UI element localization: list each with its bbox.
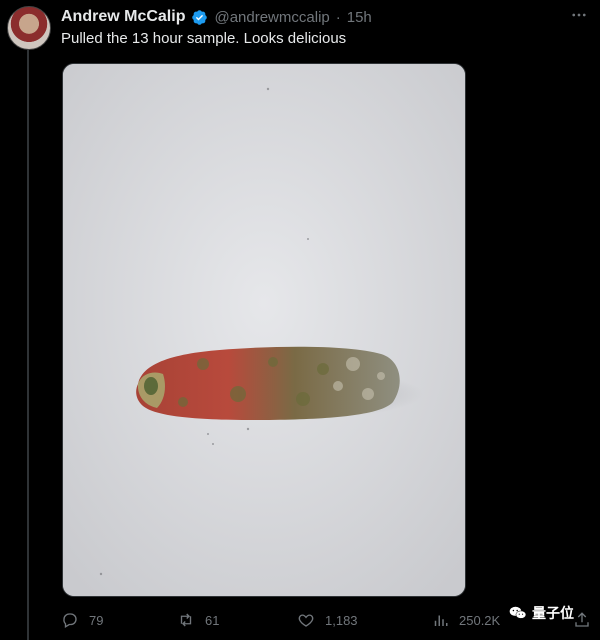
tweet-photo[interactable] [62,63,466,597]
tweet-timestamp[interactable]: 15h [347,9,372,26]
like-button[interactable]: 1,183 [297,611,358,629]
repost-icon [180,613,192,627]
author-avatar[interactable] [7,6,51,50]
watermark: 量子位 [508,603,574,623]
more-options-icon[interactable] [570,6,588,29]
views-icon [434,615,448,626]
reply-icon [63,613,77,628]
reply-button[interactable]: 79 [61,611,103,629]
sample-photo-icon [63,64,465,596]
separator-dot: · [335,8,341,26]
wechat-icon [509,606,527,619]
thread-line [27,50,29,640]
like-count: 1,183 [325,612,358,628]
author-handle[interactable]: @andrewmccalip [214,9,329,26]
views-count: 250.2K [459,612,501,628]
repost-count: 61 [205,612,220,628]
author-name[interactable]: Andrew McCalip [61,8,185,26]
verified-badge-icon[interactable] [191,9,208,26]
share-icon [575,612,589,627]
tweet-text: Pulled the 13 hour sample. Looks delicio… [61,30,347,47]
reply-count: 79 [89,612,104,628]
repost-button[interactable]: 61 [177,611,219,629]
heart-icon [298,614,314,627]
views-button[interactable]: 250.2K [431,611,500,629]
share-button[interactable] [573,611,591,629]
watermark-text: 量子位 [532,605,574,621]
tweet-header: Andrew McCalip @andrewmccalip · 15h [61,6,540,28]
